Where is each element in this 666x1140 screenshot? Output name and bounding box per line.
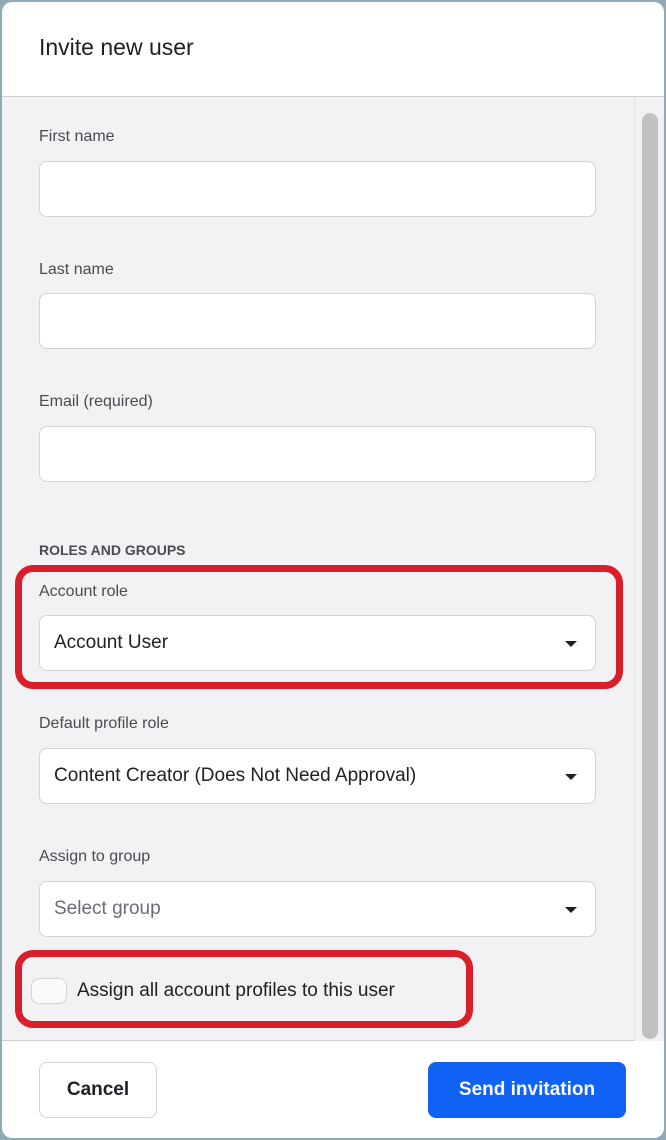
assign-all-label[interactable]: Assign all account profiles to this user [77,980,395,1002]
assign-group-placeholder: Select group [54,898,161,919]
assign-group-select[interactable]: Select group [39,881,596,937]
caret-down-icon [565,641,577,647]
invite-user-dialog: Invite new user First name Last name Ema… [2,2,664,1138]
caret-down-icon [565,907,577,913]
first-name-input[interactable] [39,161,596,217]
account-role-label: Account role [39,583,128,600]
dialog-header: Invite new user [2,2,664,97]
roles-groups-heading: ROLES AND GROUPS [39,542,186,558]
assign-group-label: Assign to group [39,848,151,865]
scrollbar-thumb[interactable] [642,113,658,1039]
email-input[interactable] [39,426,596,482]
email-label: Email (required) [39,393,153,410]
dialog-title: Invite new user [39,34,194,60]
default-profile-role-select[interactable]: Content Creator (Does Not Need Approval) [39,748,596,804]
cancel-button[interactable]: Cancel [39,1062,157,1118]
default-profile-role-value: Content Creator (Does Not Need Approval) [54,765,417,786]
first-name-label: First name [39,128,115,145]
caret-down-icon [565,774,577,780]
last-name-label: Last name [39,261,114,278]
dialog-body: First name Last name Email (required) RO… [2,97,664,1041]
default-profile-role-label: Default profile role [39,715,169,732]
account-role-select[interactable]: Account User [39,615,596,671]
last-name-input[interactable] [39,293,596,349]
assign-all-checkbox[interactable] [31,978,67,1004]
account-role-value: Account User [54,632,169,653]
send-invitation-button[interactable]: Send invitation [428,1062,626,1118]
